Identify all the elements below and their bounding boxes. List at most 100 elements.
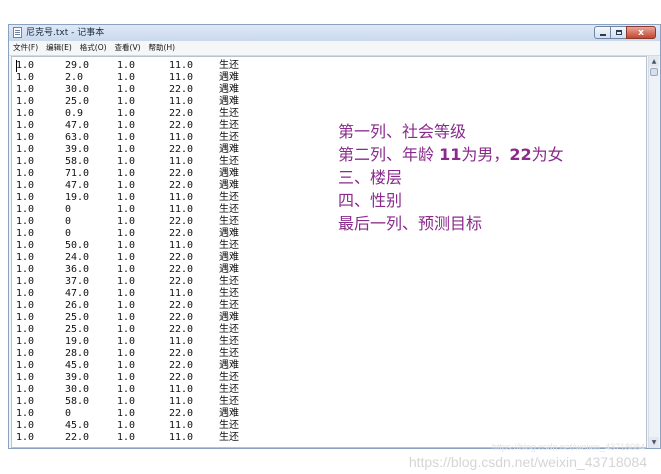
menu-help[interactable]: 帮助(H) xyxy=(145,41,180,55)
scroll-down-arrow-icon[interactable]: ▼ xyxy=(649,437,659,448)
text-cell: 11.0 xyxy=(169,96,194,107)
text-cell: 45.0 xyxy=(65,420,90,431)
text-cell: 22.0 xyxy=(169,108,194,119)
text-cell: 39.0 xyxy=(65,144,90,155)
maximize-button[interactable] xyxy=(610,26,627,39)
text-cell: 11.0 xyxy=(169,240,194,251)
text-cell: 生还 xyxy=(219,420,239,431)
minimize-icon xyxy=(600,34,606,36)
text-cell: 生还 xyxy=(219,192,239,203)
text-cell: 1.0 xyxy=(16,360,35,371)
text-cell: 1.0 xyxy=(16,108,35,119)
text-cell: 45.0 xyxy=(65,360,90,371)
text-cell: 1.0 xyxy=(16,228,35,239)
text-cell: 遇难 xyxy=(219,264,239,275)
menu-edit[interactable]: 编辑(E) xyxy=(42,41,76,55)
text-cell: 1.0 xyxy=(117,336,136,347)
text-cell: 22.0 xyxy=(169,276,194,287)
text-cell: 1.0 xyxy=(16,72,35,83)
text-cell: 1.0 xyxy=(117,144,136,155)
text-cell: 生还 xyxy=(219,108,239,119)
text-cell: 1.0 xyxy=(16,132,35,143)
text-cell: 遇难 xyxy=(219,144,239,155)
text-cell: 39.0 xyxy=(65,372,90,383)
minimize-button[interactable] xyxy=(594,26,611,39)
text-cell: 遇难 xyxy=(219,84,239,95)
text-cell: 生还 xyxy=(219,288,239,299)
text-cell: 1.0 xyxy=(117,204,136,215)
text-cell: 71.0 xyxy=(65,168,90,179)
title-bar[interactable]: 尼克号.txt - 记事本 x xyxy=(9,25,660,41)
text-cell: 1.0 xyxy=(16,324,35,335)
text-cell: 1.0 xyxy=(16,156,35,167)
scroll-thumb[interactable] xyxy=(650,68,658,76)
annotation-female-code: 22 xyxy=(509,145,532,164)
text-cell: 11.0 xyxy=(169,396,194,407)
text-cell: 1.0 xyxy=(117,384,136,395)
text-cell: 1.0 xyxy=(117,84,136,95)
text-cell: 0 xyxy=(65,228,72,239)
text-cell: 生还 xyxy=(219,372,239,383)
text-cell: 1.0 xyxy=(117,276,136,287)
text-cell: 1.0 xyxy=(117,372,136,383)
text-cell: 22.0 xyxy=(169,324,194,335)
annotation-line-2-prefix: 第二列、年龄 xyxy=(338,145,440,164)
window-title: 尼克号.txt - 记事本 xyxy=(26,28,105,38)
text-cell: 1.0 xyxy=(16,240,35,251)
text-cell: 1.0 xyxy=(16,300,35,311)
window-controls: x xyxy=(594,26,656,40)
text-cell: 58.0 xyxy=(65,396,90,407)
text-cell: 1.0 xyxy=(16,204,35,215)
text-cell: 1.0 xyxy=(117,216,136,227)
text-editor[interactable]: 1.0 29.0 1.0 11.0 生还 1.0 2.0 1.0 11.0 遇难 1.0 30.0 1.… xyxy=(11,56,647,448)
annotation-male-text: 为男， xyxy=(461,145,510,164)
text-cell: 1.0 xyxy=(16,420,35,431)
text-cell: 1.0 xyxy=(16,396,35,407)
text-cell: 1.0 xyxy=(117,396,136,407)
text-cell: 0 xyxy=(65,408,72,419)
text-cell: 1.0 xyxy=(117,420,136,431)
text-cell: 22.0 xyxy=(169,300,194,311)
text-cell: 22.0 xyxy=(169,312,194,323)
text-cell: 生还 xyxy=(219,156,239,167)
menu-view[interactable]: 查看(V) xyxy=(111,41,145,55)
text-cell: 1.0 xyxy=(117,312,136,323)
text-cell: 22.0 xyxy=(169,216,194,227)
text-cell: 遇难 xyxy=(219,360,239,371)
text-cell: 1.0 xyxy=(117,408,136,419)
text-cell: 11.0 xyxy=(169,432,194,443)
text-cell: 生还 xyxy=(219,300,239,311)
text-cell: 1.0 xyxy=(16,216,35,227)
annotation-line-2: 第二列、年龄 11为男，22为女 xyxy=(338,143,564,166)
text-cell: 遇难 xyxy=(219,228,239,239)
text-cell: 11.0 xyxy=(169,336,194,347)
text-cell: 1.0 xyxy=(16,432,35,443)
menu-file[interactable]: 文件(F) xyxy=(9,41,42,55)
text-cell: 1.0 xyxy=(117,132,136,143)
text-cell: 36.0 xyxy=(65,264,90,275)
scroll-up-arrow-icon[interactable]: ▲ xyxy=(649,56,659,67)
text-cell: 25.0 xyxy=(65,312,90,323)
maximize-icon xyxy=(616,30,622,35)
text-cell: 1.0 xyxy=(16,384,35,395)
menu-format[interactable]: 格式(O) xyxy=(76,41,111,55)
text-cell: 1.0 xyxy=(117,348,136,359)
text-cell: 1.0 xyxy=(117,180,136,191)
text-cell: 1.0 xyxy=(117,72,136,83)
text-cell: 1.0 xyxy=(16,408,35,419)
text-cell: 47.0 xyxy=(65,180,90,191)
close-button[interactable]: x xyxy=(626,26,656,39)
text-cell: 0.9 xyxy=(65,108,84,119)
text-cell: 遇难 xyxy=(219,72,239,83)
text-cell: 11.0 xyxy=(169,156,194,167)
watermark-faint: https://blog.csdn.net/weixin_43718084 xyxy=(491,442,645,452)
vertical-scrollbar[interactable]: ▲ ▼ xyxy=(648,56,659,448)
annotation-line-1: 第一列、社会等级 xyxy=(338,122,467,141)
text-cell: 11.0 xyxy=(169,132,194,143)
text-cell: 37.0 xyxy=(65,276,90,287)
text-cell: 生还 xyxy=(219,396,239,407)
text-cell: 生还 xyxy=(219,276,239,287)
text-cell: 19.0 xyxy=(65,192,90,203)
text-caret xyxy=(16,60,17,72)
text-cell: 26.0 xyxy=(65,300,90,311)
